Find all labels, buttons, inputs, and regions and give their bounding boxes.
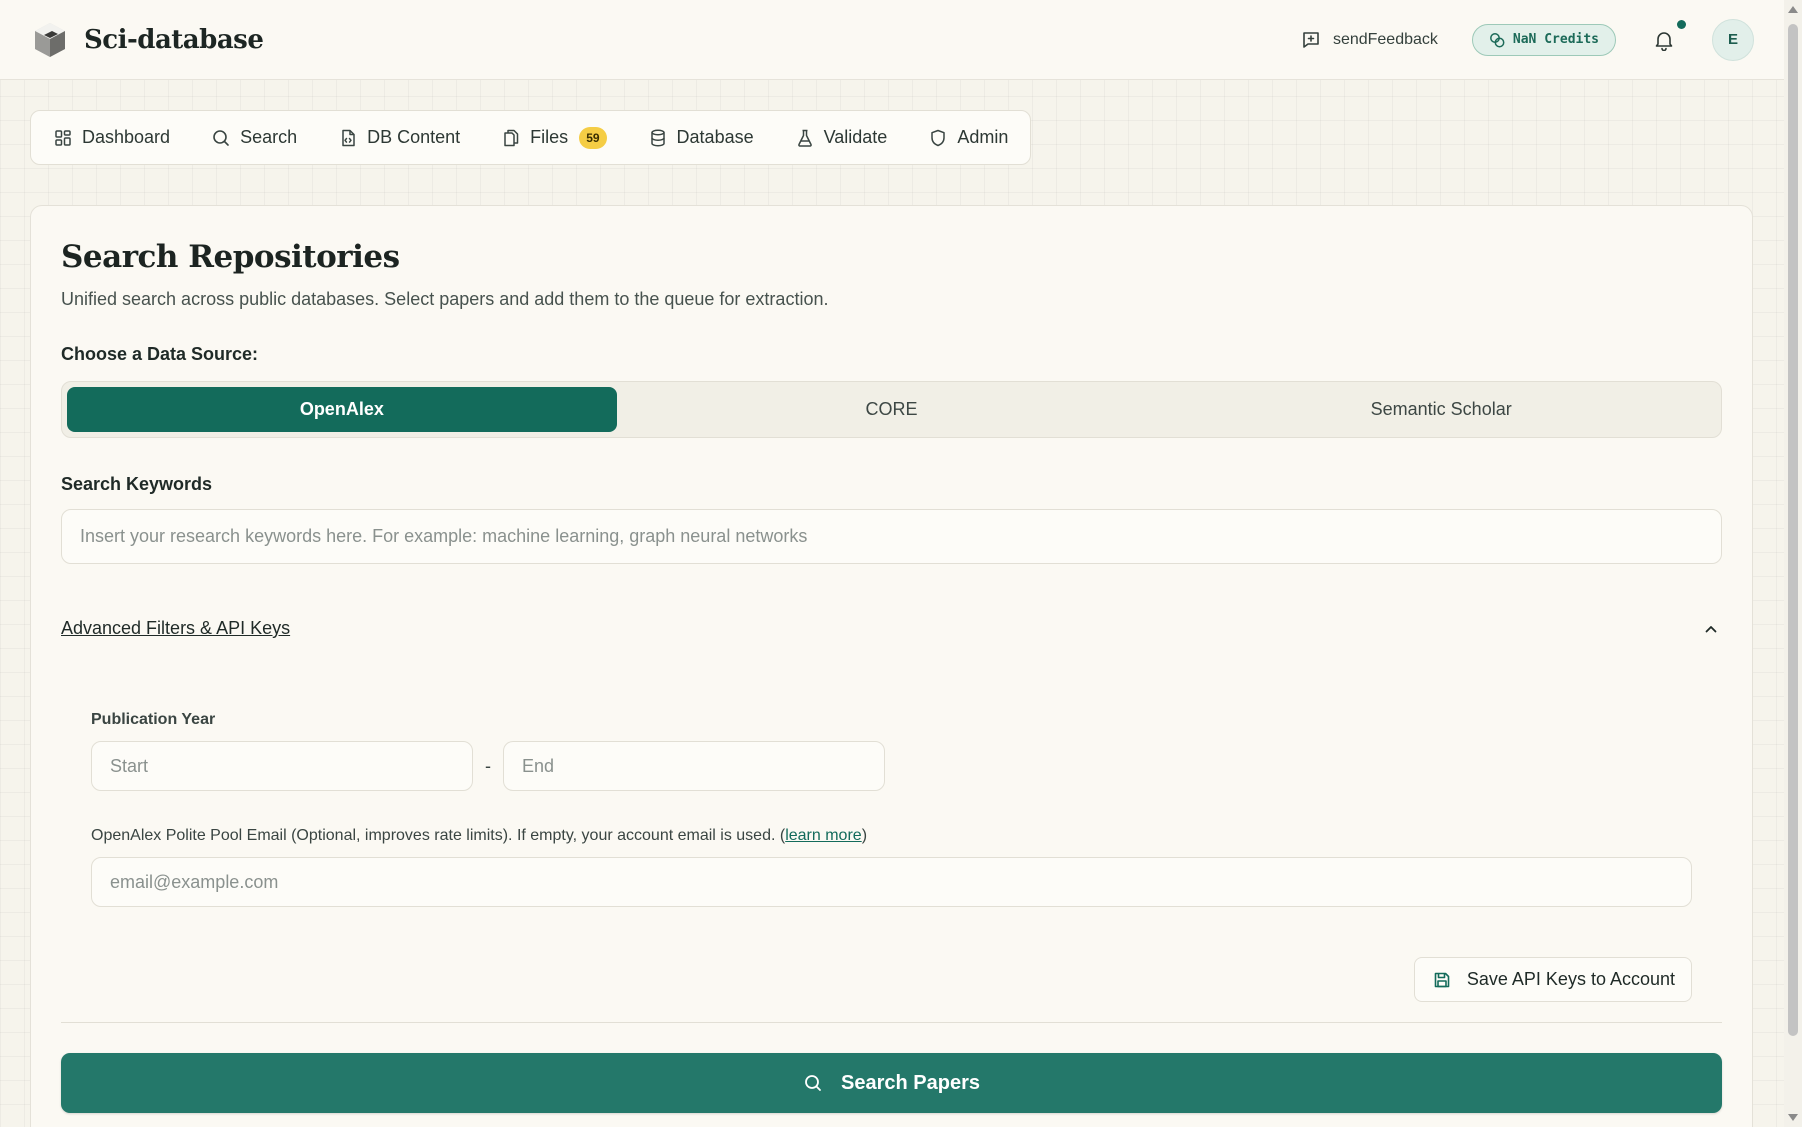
grid-icon [55,129,71,146]
message-plus-icon [1303,31,1319,48]
save-row: Save API Keys to Account [91,957,1692,1002]
nav-item-db-content[interactable]: DB Content [338,127,460,148]
notifications-button[interactable] [1650,19,1686,54]
chevron-up-icon[interactable] [1702,620,1720,638]
files-icon [504,129,519,146]
page-scrollbar[interactable] [1784,0,1802,1127]
search-papers-button[interactable]: Search Papers [61,1053,1722,1113]
nav-label: Validate [823,127,888,147]
save-api-keys-button[interactable]: Save API Keys to Account [1413,957,1692,1002]
file-code-icon [342,129,355,146]
data-source-selector: OpenAlex CORE Semantic Scholar [61,381,1722,438]
search-icon [213,129,229,146]
main-nav: Dashboard Search DB Content Files 59 Dat… [30,110,1032,165]
nav-item-database[interactable]: Database [648,127,754,148]
brand-name: Sci-database [84,24,264,55]
year-range-separator: - [485,755,491,776]
nav-item-admin[interactable]: Admin [928,127,1008,148]
email-label-close: ) [861,827,868,844]
data-source-label: Choose a Data Source: [61,344,259,364]
files-count-badge: 59 [579,126,607,149]
nav-label: Files [530,127,569,147]
top-actions: sendFeedback NaN Credits E [1301,18,1754,61]
search-papers-label: Search Papers [841,1071,980,1094]
nav-label: Search [240,127,298,147]
save-api-keys-label: Save API Keys to Account [1466,969,1675,989]
nav-item-validate[interactable]: Validate [795,127,888,148]
publication-year-range: - [91,741,1692,791]
feedback-label: sendFeedback [1332,30,1438,48]
coins-icon [1489,32,1505,47]
search-card: Search Repositories Unified search acros… [30,205,1753,1127]
search-keywords-label: Search Keywords [61,474,213,494]
database-icon [650,129,665,146]
nav-label: Admin [957,127,1009,147]
source-tab-core[interactable]: CORE [617,387,1167,432]
source-tab-semantic-scholar[interactable]: Semantic Scholar [1166,387,1716,432]
page-title: Search Repositories [61,239,400,275]
logo-cube-icon [35,22,65,57]
year-end-input[interactable] [503,741,885,791]
nav-label: Dashboard [82,127,171,147]
brand[interactable]: Sci-database [30,20,264,60]
shield-icon [931,129,946,146]
search-keywords-input[interactable] [61,509,1722,564]
scroll-down-arrow-icon[interactable] [1788,1114,1798,1121]
credits-badge[interactable]: NaN Credits [1471,23,1616,56]
email-label-text: OpenAlex Polite Pool Email (Optional, im… [91,827,786,844]
source-tab-openalex[interactable]: OpenAlex [67,387,617,432]
nav-item-files[interactable]: Files 59 [501,126,607,149]
notification-dot [1677,19,1686,29]
polite-pool-email-input[interactable] [91,857,1692,907]
publication-year-label: Publication Year [91,711,216,728]
nav-label: DB Content [367,127,461,147]
scroll-up-arrow-icon[interactable] [1788,6,1798,13]
avatar[interactable]: E [1712,18,1754,61]
page-subtitle: Unified search across public databases. … [61,289,829,309]
nav-item-search[interactable]: Search [211,127,297,148]
learn-more-link[interactable]: learn more [785,827,861,844]
top-header: Sci-database sendFeedback NaN Credits E [0,0,1784,80]
scroll-thumb[interactable] [1788,24,1798,1036]
nav-label: Database [676,127,754,147]
search-icon [805,1075,821,1091]
flask-icon [797,129,812,147]
bell-icon [1655,31,1673,51]
divider [61,1022,1722,1023]
polite-pool-email-label: OpenAlex Polite Pool Email (Optional, im… [91,827,1692,845]
year-start-input[interactable] [91,741,473,791]
save-icon [1434,972,1450,987]
advanced-filters-toggle[interactable]: Advanced Filters & API Keys [61,618,1722,639]
advanced-filters-panel: Publication Year - OpenAlex Polite Pool … [61,639,1722,1002]
credits-label: NaN Credits [1512,32,1599,47]
feedback-button[interactable]: sendFeedback [1301,30,1438,50]
advanced-filters-link[interactable]: Advanced Filters & API Keys [61,618,290,639]
nav-item-dashboard[interactable]: Dashboard [53,127,170,148]
